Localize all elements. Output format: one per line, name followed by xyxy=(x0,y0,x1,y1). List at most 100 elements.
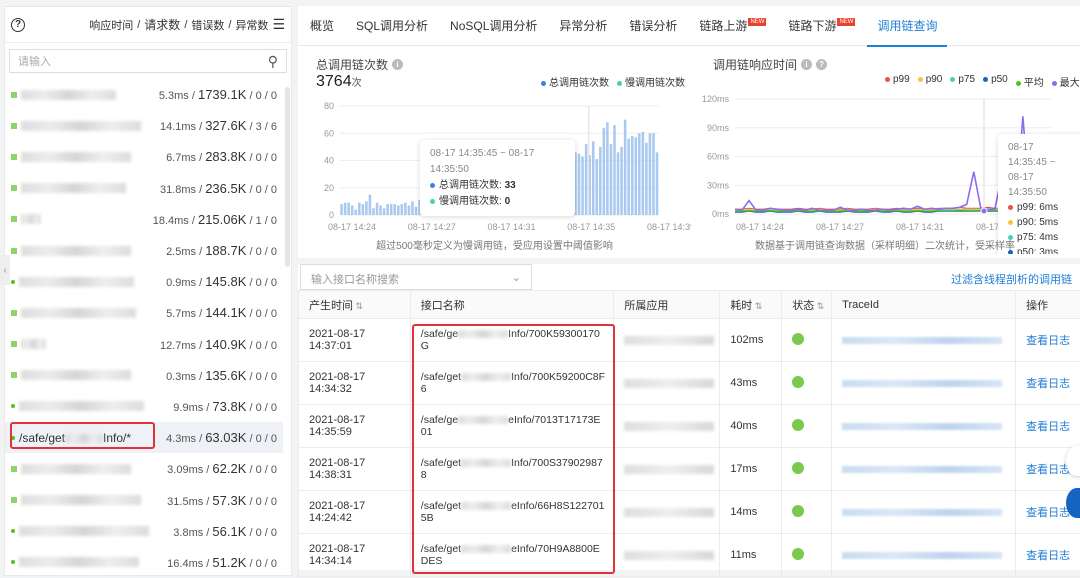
traceid-cell[interactable] xyxy=(832,534,1016,577)
interface-list-panel: ? 响应时间/ 请求数/ 错误数/ 异常数 ☰ 请输入 ⚲ 5.3ms / 17… xyxy=(4,6,292,576)
view-log-link[interactable]: 查看日志 xyxy=(1016,405,1080,448)
y-tick-label: 0 xyxy=(329,210,334,220)
app-name-redacted xyxy=(624,465,714,474)
api-stats: 14.1ms / 327.6K / 3 / 6 xyxy=(160,118,277,133)
y-tick-label: 40 xyxy=(324,156,334,166)
status-dot-icon xyxy=(11,341,17,347)
sort-response-time[interactable]: 响应时间 xyxy=(89,17,133,33)
collapse-sidebar-button[interactable]: ‹ xyxy=(0,255,10,285)
traceid-cell[interactable] xyxy=(832,319,1016,362)
api-name-redacted xyxy=(21,90,116,100)
list-item[interactable]: 31.8ms / 236.5K / 0 / 0 xyxy=(5,173,283,204)
tab-4[interactable]: 错误分析 xyxy=(629,6,677,46)
api-name-redacted xyxy=(19,277,134,287)
status-dot-icon xyxy=(11,154,17,160)
traceid-link-redacted xyxy=(842,466,1002,473)
list-item[interactable]: 3.09ms / 62.2K / 0 / 0 xyxy=(5,453,283,484)
bar xyxy=(599,147,602,215)
status-cell xyxy=(782,362,832,405)
column-header[interactable]: 耗时 ⇅ xyxy=(720,291,782,319)
help-icon[interactable]: ? xyxy=(11,18,25,32)
time-cell: 2021-08-17 14:38:31 xyxy=(299,448,411,491)
y-tick-label: 80 xyxy=(324,101,334,111)
list-search-input[interactable]: 请输入 ⚲ xyxy=(9,49,287,73)
api-stats: 31.8ms / 236.5K / 0 / 0 xyxy=(160,181,277,196)
view-log-link[interactable]: 查看日志 xyxy=(1016,362,1080,405)
view-log-link[interactable]: 查看日志 xyxy=(1016,319,1080,362)
search-icon[interactable]: ⚲ xyxy=(268,53,278,70)
list-item[interactable]: 18.4ms / 215.06K / 1 / 0 xyxy=(5,204,283,235)
sort-order-icon[interactable]: ☰ xyxy=(272,16,285,33)
bar xyxy=(596,159,599,215)
tab-7[interactable]: 调用链查询 xyxy=(877,6,937,46)
list-item[interactable]: 31.5ms / 57.3K / 0 / 0 xyxy=(5,484,283,515)
list-item[interactable]: 3.8ms / 56.1K / 0 / 0 xyxy=(5,516,283,547)
list-item[interactable]: 5.7ms / 144.1K / 0 / 0 xyxy=(5,297,283,328)
highlight-box xyxy=(412,324,615,574)
status-dot-icon xyxy=(11,404,15,408)
tab-0[interactable]: 概览 xyxy=(310,6,334,46)
chart-tooltip: 08-17 14:35:45 ~ 08-17 14:35:50 p99: 6ms… xyxy=(998,134,1080,254)
bar xyxy=(581,156,584,215)
response-time-card: 调用链响应时间i? p99p90p75p50平均最大 0ms30ms60ms90… xyxy=(695,48,1080,254)
view-log-link[interactable]: 查看日志 xyxy=(1016,534,1080,577)
duration-cell: 11ms xyxy=(720,534,782,577)
tooltip-row-slow: 慢调用链次数: 0 xyxy=(430,194,565,210)
status-dot-icon xyxy=(11,372,17,378)
status-dot-icon xyxy=(11,248,17,254)
api-stats: 5.3ms / 1739.1K / 0 / 0 xyxy=(159,87,277,102)
status-dot-icon xyxy=(11,123,17,129)
traceid-cell[interactable] xyxy=(832,448,1016,491)
status-cell xyxy=(782,491,832,534)
api-stats: 18.4ms / 215.06K / 1 / 0 xyxy=(153,212,277,227)
app-name-redacted xyxy=(624,551,714,560)
list-item[interactable]: 9.9ms / 73.8K / 0 / 0 xyxy=(5,391,283,422)
app-cell xyxy=(614,405,720,448)
bar xyxy=(642,132,645,215)
list-item[interactable]: 2.5ms / 188.7K / 0 / 0 xyxy=(5,235,283,266)
tab-3[interactable]: 异常分析 xyxy=(559,6,607,46)
traceid-cell[interactable] xyxy=(832,491,1016,534)
tab-5[interactable]: 链路上游NEW xyxy=(699,6,766,46)
trace-count-card: 总调用链次数i 3764次 总调用链次数慢调用链次数 02040608008-1… xyxy=(298,48,691,254)
api-name-search-select[interactable]: 输入接口名称搜索⌄ xyxy=(300,264,532,290)
filter-thread-profiling-link[interactable]: 过滤含线程剖析的调用链 xyxy=(951,271,1072,287)
traceid-cell[interactable] xyxy=(832,405,1016,448)
list-item[interactable]: 12.7ms / 140.9K / 0 / 0 xyxy=(5,329,283,360)
bar xyxy=(362,204,365,215)
list-item[interactable]: 0.3ms / 135.6K / 0 / 0 xyxy=(5,360,283,391)
status-cell xyxy=(782,534,832,577)
bar xyxy=(585,144,588,215)
tab-label: 链路上游 xyxy=(699,17,747,34)
bar xyxy=(415,207,418,215)
tab-1[interactable]: SQL调用分析 xyxy=(356,6,428,46)
traceid-link-redacted xyxy=(842,552,1002,559)
tab-label: 链路下游 xyxy=(788,17,836,34)
bar xyxy=(592,141,595,215)
bar xyxy=(631,136,634,215)
bar xyxy=(411,201,414,215)
bar xyxy=(652,133,655,215)
chart-tooltip: 08-17 14:35:45 ~ 08-17 14:35:50 总调用链次数: … xyxy=(420,140,575,216)
bar xyxy=(649,133,652,215)
sort-errors[interactable]: 错误数 xyxy=(191,17,224,33)
x-tick-label: 08-17 14:35 xyxy=(567,222,615,232)
sort-exceptions[interactable]: 异常数 xyxy=(235,17,268,33)
list-item[interactable]: 16.4ms / 51.2K / 0 / 0 xyxy=(5,547,283,578)
column-header[interactable]: 产生时间 ⇅ xyxy=(299,291,411,319)
list-item[interactable]: 5.3ms / 1739.1K / 0 / 0 xyxy=(5,79,283,110)
traceid-cell[interactable] xyxy=(832,362,1016,405)
y-tick-label: 90ms xyxy=(707,123,730,133)
column-header[interactable]: 状态 ⇅ xyxy=(782,291,832,319)
sort-requests[interactable]: 请求数 xyxy=(144,16,180,33)
list-item[interactable]: 14.1ms / 327.6K / 3 / 6 xyxy=(5,110,283,141)
app-name-redacted xyxy=(624,336,714,345)
tab-label: NoSQL调用分析 xyxy=(450,17,537,34)
traceid-link-redacted xyxy=(842,380,1002,387)
tab-2[interactable]: NoSQL调用分析 xyxy=(450,6,537,46)
tab-6[interactable]: 链路下游NEW xyxy=(788,6,855,46)
search-placeholder: 请输入 xyxy=(18,53,51,69)
list-item[interactable]: 6.7ms / 283.8K / 0 / 0 xyxy=(5,141,283,172)
list-item[interactable]: 0.9ms / 145.8K / 0 / 0 xyxy=(5,266,283,297)
scrollbar[interactable] xyxy=(285,87,290,267)
